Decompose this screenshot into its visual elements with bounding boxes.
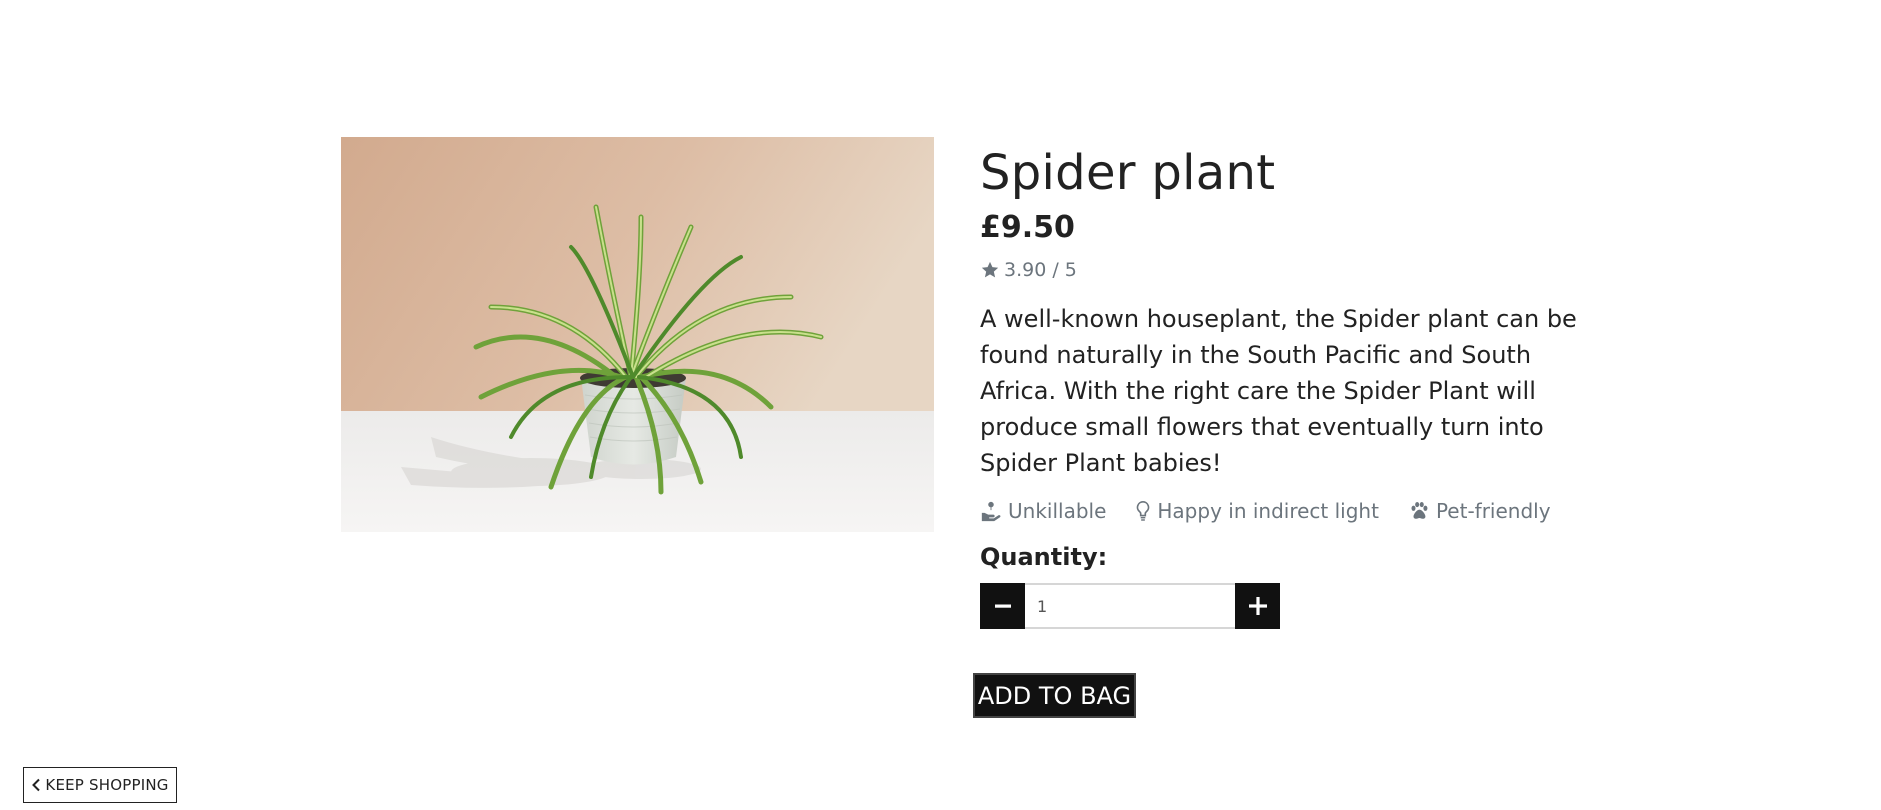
paw-icon [1411, 502, 1428, 519]
decrement-quantity-button[interactable] [980, 583, 1025, 629]
feature-unkillable: Unkillable [980, 499, 1106, 523]
product-rating: 3.90 / 5 [980, 258, 1580, 282]
product-description: A well-known houseplant, the Spider plan… [980, 305, 1577, 477]
product-features: Unkillable Happy in indirect light Pet-f… [980, 497, 1580, 525]
product-price: £9.50 [980, 210, 1075, 245]
keep-shopping-label: KEEP SHOPPING [45, 776, 169, 794]
feature-label: Happy in indirect light [1157, 499, 1379, 523]
lightbulb-icon [1137, 501, 1150, 521]
product-details: Spider plant £9.50 3.90 / 5 A well-known… [980, 140, 1580, 629]
feature-pet-friendly: Pet-friendly [1408, 499, 1551, 523]
hand-holding-seedling-icon [981, 501, 1001, 522]
minus-icon [994, 604, 1011, 608]
quantity-input[interactable] [1025, 583, 1235, 629]
rating-value: 3.90 / 5 [1004, 259, 1077, 281]
plus-icon [1248, 597, 1267, 615]
chevron-left-icon [32, 778, 41, 792]
feature-label: Unkillable [1008, 499, 1107, 523]
quantity-stepper [980, 583, 1580, 629]
increment-quantity-button[interactable] [1235, 583, 1280, 629]
feature-indirect-light: Happy in indirect light [1135, 499, 1379, 523]
star-icon [981, 261, 999, 278]
keep-shopping-button[interactable]: KEEP SHOPPING [23, 767, 177, 803]
feature-label: Pet-friendly [1435, 499, 1551, 523]
quantity-label: Quantity: [980, 543, 1108, 571]
add-to-bag-button[interactable]: ADD TO BAG [973, 673, 1136, 718]
product-image [341, 137, 934, 532]
product-title: Spider plant [980, 145, 1276, 201]
